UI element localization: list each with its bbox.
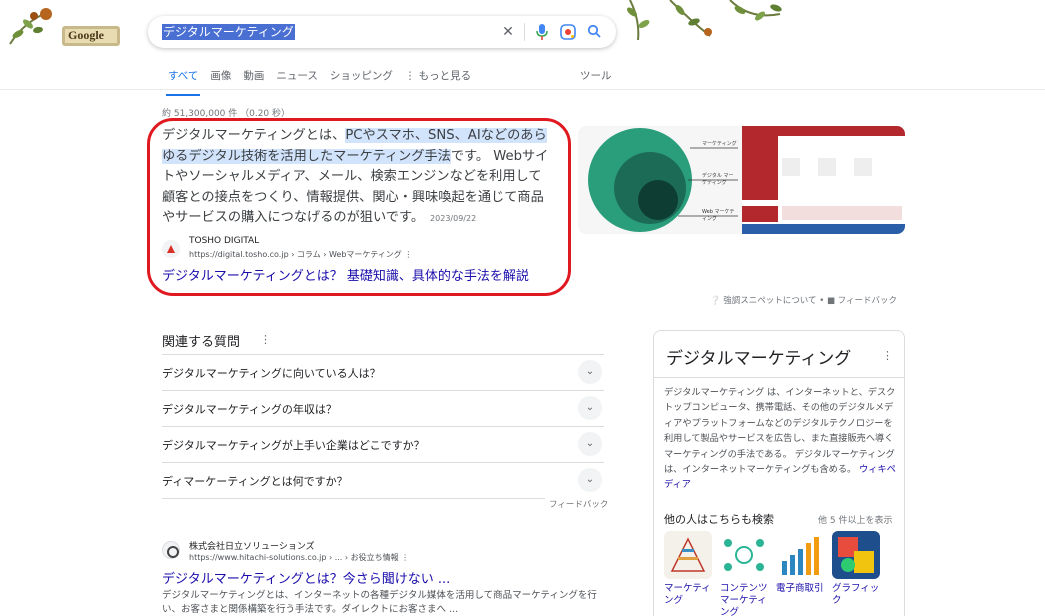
snippet-text-start: デジタルマーケティングとは、 — [162, 128, 346, 143]
kp-menu-icon[interactable]: ⋮ — [882, 349, 893, 362]
chevron-down-icon[interactable]: ⌄ — [578, 360, 602, 384]
tab-news[interactable]: ニュース — [276, 68, 317, 90]
tab-all[interactable]: すべて — [165, 68, 201, 96]
tosho-favicon-icon[interactable] — [162, 240, 180, 258]
snippet-footer[interactable]: ❔ 強調スニペットについて • ■ フィードバック — [710, 294, 897, 306]
paa-feedback-link[interactable]: フィードバック — [545, 498, 609, 510]
search-divider — [524, 23, 525, 41]
snippet-source-name[interactable]: TOSHO DIGITAL — [189, 236, 259, 246]
kp-thumb-ecommerce[interactable] — [776, 531, 824, 579]
kp-thumb-label[interactable]: 電子商取引 — [776, 583, 828, 595]
search-box[interactable]: デジタルマーケティング ✕ — [148, 16, 616, 48]
chevron-down-icon[interactable]: ⌄ — [578, 432, 602, 456]
result-url[interactable]: https://www.hitachi-solutions.co.jp › ..… — [189, 552, 409, 563]
search-tabs: すべて 画像 動画 ニュース ショッピング ⋮ もっと見る — [165, 68, 471, 96]
tab-more[interactable]: ⋮ もっと見る — [405, 68, 471, 90]
kp-description: デジタルマーケティング は、インターネットと、デスクトップコンピュータ、携帯電話… — [664, 385, 897, 493]
paa-question-row[interactable]: デジタルマーケティングが上手い企業はどこですか？ ⌄ — [162, 426, 604, 462]
paa-menu-icon[interactable]: ⋮ — [260, 333, 271, 346]
paa-question: ディマーケーティングとは何ですか？ — [162, 475, 348, 488]
paa-question-row[interactable]: デジタルマーケティングに向いている人は？ ⌄ — [162, 354, 604, 390]
paa-title: 関連する質問 — [162, 335, 241, 350]
paa-bottom-divider — [162, 498, 604, 499]
snippet-image-label-3: Web マーケティング — [702, 209, 735, 222]
paa-question: デジタルマーケティングの年収は？ — [162, 403, 337, 416]
kp-title: デジタルマーケティング — [666, 349, 852, 369]
chevron-down-icon[interactable]: ⌄ — [578, 396, 602, 420]
google-doodle-logo[interactable]: Google — [4, 4, 124, 52]
kp-divider — [654, 377, 904, 378]
snippet-title-link[interactable]: デジタルマーケティングとは？ 基礎知識、具体的な手法を解説 — [162, 265, 529, 284]
kp-description-text: デジタルマーケティング は、インターネットと、デスクトップコンピュータ、携帯電話… — [664, 387, 896, 476]
result-site-name[interactable]: 株式会社日立ソリューションズ — [189, 539, 315, 552]
snippet-image[interactable]: マーケティング デジタル マーケティング Web マーケティング — [578, 126, 905, 234]
paa-question: デジタルマーケティングに向いている人は？ — [162, 367, 381, 380]
hitachi-favicon-icon[interactable] — [162, 541, 180, 559]
paa-question-row[interactable]: ディマーケーティングとは何ですか？ ⌄ — [162, 462, 604, 498]
kp-thumb-marketing[interactable] — [664, 531, 712, 579]
kp-thumb-graphic[interactable] — [832, 531, 880, 579]
search-input[interactable]: デジタルマーケティング — [162, 24, 295, 40]
snippet-source-url[interactable]: https://digital.tosho.co.jp › コラム › Webマ… — [189, 249, 412, 260]
kp-thumb-label[interactable]: グラフィック — [832, 583, 884, 607]
snippet-date: 2023/09/22 — [430, 214, 477, 223]
paa-question: デジタルマーケティングが上手い企業はどこですか？ — [162, 439, 425, 452]
tab-videos[interactable]: 動画 — [243, 68, 264, 90]
tab-images[interactable]: 画像 — [210, 68, 231, 90]
search-icon[interactable] — [586, 24, 602, 40]
clear-icon[interactable]: ✕ — [500, 24, 516, 40]
doodle-logo-text: Google — [68, 28, 104, 42]
result-description: デジタルマーケティングとは、インターネットの各種デジタル媒体を活用して商品マーケ… — [162, 590, 597, 615]
paa-question-row[interactable]: デジタルマーケティングの年収は？ ⌄ — [162, 390, 604, 426]
kp-also-search-title: 他の人はこちらも検索 — [664, 513, 774, 526]
kp-thumb-label[interactable]: コンテンツマーケティング — [720, 583, 772, 616]
mic-icon[interactable] — [534, 24, 550, 40]
kp-thumb-content-marketing[interactable] — [720, 531, 768, 579]
kp-thumb-label[interactable]: マーケティング — [664, 583, 716, 607]
featured-snippet-text: デジタルマーケティングとは、PCやスマホ、SNS、AIなどのあらゆるデジタル技術… — [162, 126, 554, 230]
doodle-decoration — [620, 0, 790, 48]
tools-button[interactable]: ツール — [580, 68, 612, 83]
kp-more-link[interactable]: 他 5 件以上を表示 — [818, 513, 892, 526]
chevron-down-icon[interactable]: ⌄ — [578, 468, 602, 492]
knowledge-panel: デジタルマーケティング ⋮ デジタルマーケティング は、インターネットと、デスク… — [653, 330, 905, 616]
tab-shopping[interactable]: ショッピング — [330, 68, 393, 90]
snippet-image-label-2: デジタル マーケティング — [702, 173, 734, 186]
lens-icon[interactable] — [560, 24, 576, 40]
result-title-link[interactable]: デジタルマーケティングとは？今さら聞けない ... — [162, 568, 450, 587]
snippet-image-label-1: マーケティング — [702, 141, 737, 147]
header-divider — [0, 89, 1045, 90]
